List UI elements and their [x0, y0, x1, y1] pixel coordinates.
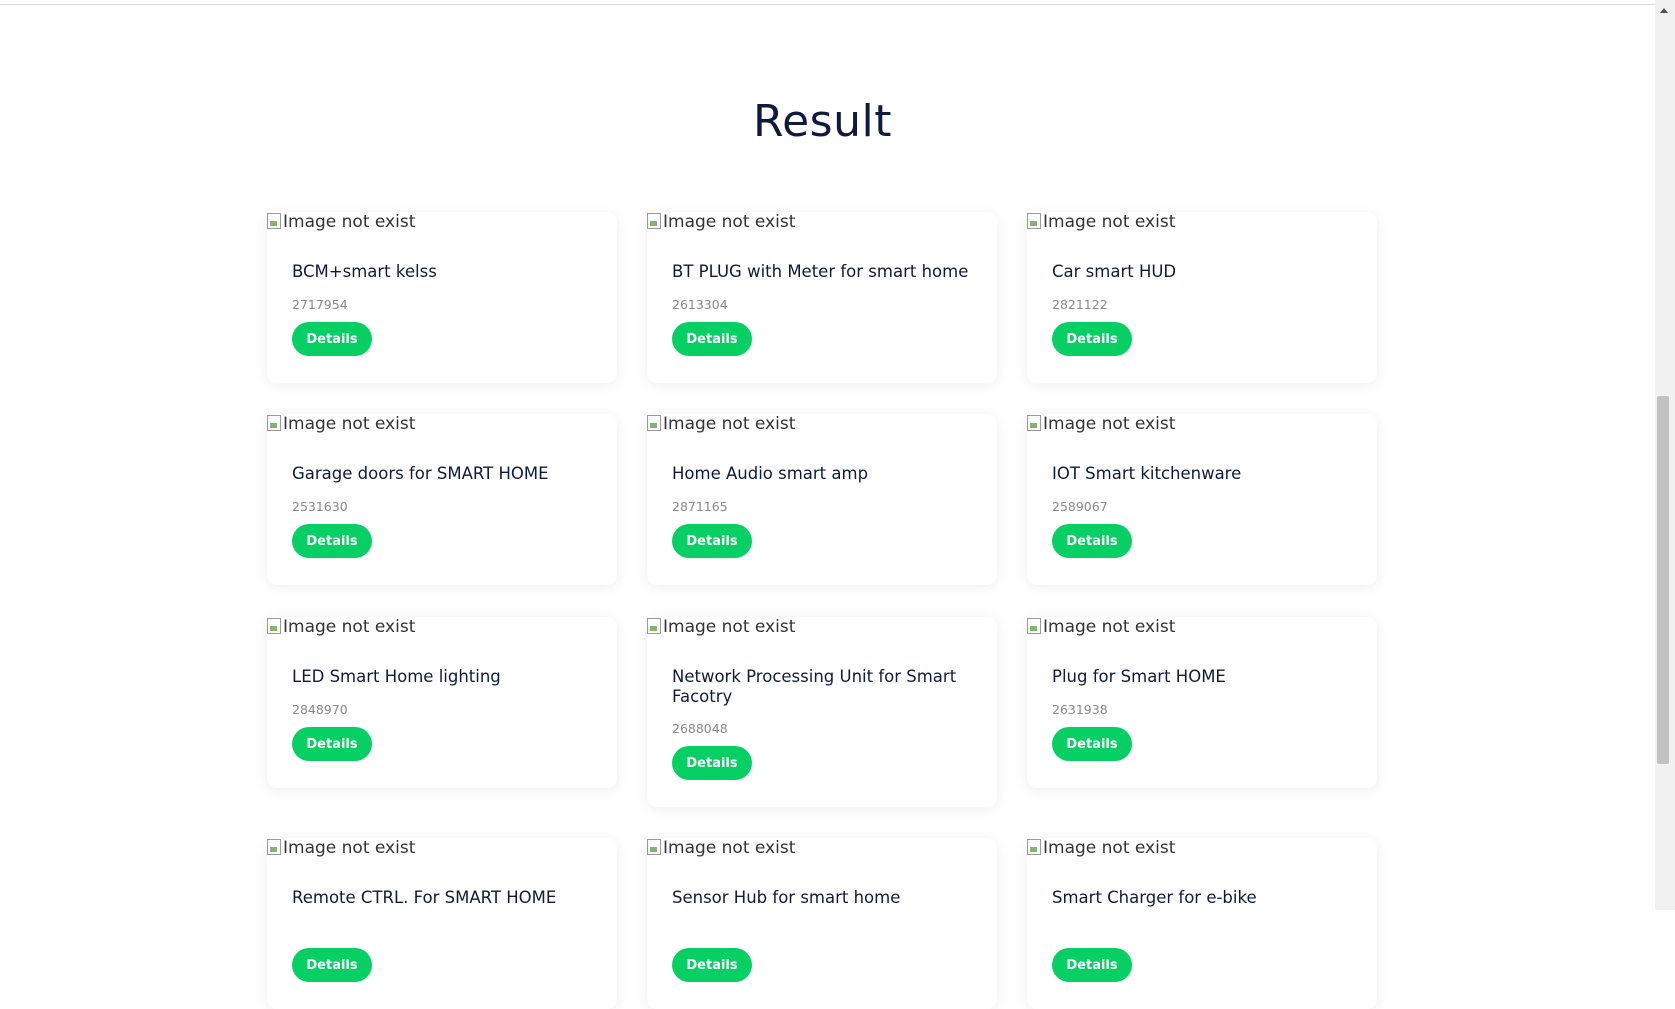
product-name[interactable]: Smart Charger for e-bike — [1052, 888, 1352, 908]
details-button[interactable]: Details — [672, 524, 752, 558]
details-button[interactable]: Details — [292, 948, 372, 982]
product-card: Image not exist Sensor Hub for smart home… — [647, 838, 997, 1009]
product-name[interactable]: BCM+smart kelss — [292, 262, 592, 282]
details-button[interactable]: Details — [672, 746, 752, 780]
image-alt-text: Image not exist — [663, 838, 796, 858]
product-code: 2871165 — [672, 499, 728, 514]
product-card: Image not exist Home Audio smart amp 28711… — [647, 414, 997, 585]
product-card: Image not exist Garage doors for SMART HO… — [267, 414, 617, 585]
product-name[interactable]: Home Audio smart amp — [672, 464, 972, 484]
product-code: 2821122 — [1052, 297, 1108, 312]
product-image: Image not exist — [647, 212, 795, 232]
image-alt-text: Image not exist — [283, 212, 416, 232]
product-code: 2631938 — [1052, 702, 1108, 717]
broken-image-icon — [1027, 213, 1041, 229]
product-name[interactable]: Garage doors for SMART HOME — [292, 464, 592, 484]
broken-image-icon — [647, 618, 661, 634]
top-divider — [0, 4, 1655, 5]
image-alt-text: Image not exist — [283, 414, 416, 434]
product-image: Image not exist — [1027, 838, 1175, 858]
details-button[interactable]: Details — [292, 727, 372, 761]
product-code: 2717954 — [292, 297, 348, 312]
product-image: Image not exist — [647, 617, 795, 637]
details-button[interactable]: Details — [1052, 524, 1132, 558]
product-name[interactable]: Car smart HUD — [1052, 262, 1352, 282]
product-code: 2531630 — [292, 499, 348, 514]
product-image: Image not exist — [647, 414, 795, 434]
image-alt-text: Image not exist — [1043, 414, 1176, 434]
broken-image-icon — [267, 213, 281, 229]
product-name[interactable]: LED Smart Home lighting — [292, 667, 592, 687]
product-image: Image not exist — [267, 212, 415, 232]
product-image: Image not exist — [647, 838, 795, 858]
details-button[interactable]: Details — [1052, 322, 1132, 356]
product-card: Image not exist Plug for Smart HOME 263193… — [1027, 617, 1377, 788]
broken-image-icon — [267, 618, 281, 634]
scrollbar-thumb[interactable] — [1657, 396, 1669, 764]
product-name[interactable]: Plug for Smart HOME — [1052, 667, 1352, 687]
details-button[interactable]: Details — [292, 524, 372, 558]
product-card: Image not exist BCM+smart kelss 2717954 Det… — [267, 212, 617, 383]
broken-image-icon — [1027, 839, 1041, 855]
broken-image-icon — [647, 839, 661, 855]
product-name[interactable]: IOT Smart kitchenware — [1052, 464, 1352, 484]
broken-image-icon — [647, 213, 661, 229]
image-alt-text: Image not exist — [663, 414, 796, 434]
page-title: Result — [753, 96, 892, 147]
product-image: Image not exist — [267, 838, 415, 858]
product-card: Image not exist Smart Charger for e-bike D… — [1027, 838, 1377, 1009]
image-alt-text: Image not exist — [1043, 838, 1176, 858]
image-alt-text: Image not exist — [663, 212, 796, 232]
product-code: 2688048 — [672, 721, 728, 736]
scroll-up-arrow-icon[interactable] — [1660, 8, 1668, 13]
product-code: 2613304 — [672, 297, 728, 312]
details-button[interactable]: Details — [1052, 948, 1132, 982]
image-alt-text: Image not exist — [283, 838, 416, 858]
broken-image-icon — [1027, 415, 1041, 431]
product-name[interactable]: Sensor Hub for smart home — [672, 888, 972, 908]
broken-image-icon — [267, 839, 281, 855]
product-image: Image not exist — [1027, 212, 1175, 232]
product-image: Image not exist — [1027, 414, 1175, 434]
product-code: 2848970 — [292, 702, 348, 717]
image-alt-text: Image not exist — [663, 617, 796, 637]
product-image: Image not exist — [267, 617, 415, 637]
details-button[interactable]: Details — [672, 322, 752, 356]
product-name[interactable]: Network Processing Unit for Smart Facotr… — [672, 667, 972, 707]
product-card: Image not exist Network Processing Unit f… — [647, 617, 997, 807]
broken-image-icon — [1027, 618, 1041, 634]
broken-image-icon — [647, 415, 661, 431]
product-card: Image not exist BT PLUG with Meter for sm… — [647, 212, 997, 383]
product-code: 2589067 — [1052, 499, 1108, 514]
product-image: Image not exist — [267, 414, 415, 434]
product-image: Image not exist — [1027, 617, 1175, 637]
details-button[interactable]: Details — [292, 322, 372, 356]
product-name[interactable]: Remote CTRL. For SMART HOME — [292, 888, 592, 908]
product-card: Image not exist IOT Smart kitchenware 2589… — [1027, 414, 1377, 585]
details-button[interactable]: Details — [672, 948, 752, 982]
image-alt-text: Image not exist — [1043, 617, 1176, 637]
image-alt-text: Image not exist — [283, 617, 416, 637]
broken-image-icon — [267, 415, 281, 431]
image-alt-text: Image not exist — [1043, 212, 1176, 232]
product-card: Image not exist Remote CTRL. For SMART HO… — [267, 838, 617, 1009]
product-name[interactable]: BT PLUG with Meter for smart home — [672, 262, 972, 282]
product-card: Image not exist LED Smart Home lighting 28… — [267, 617, 617, 788]
details-button[interactable]: Details — [1052, 727, 1132, 761]
product-card: Image not exist Car smart HUD 2821122 Detai… — [1027, 212, 1377, 383]
